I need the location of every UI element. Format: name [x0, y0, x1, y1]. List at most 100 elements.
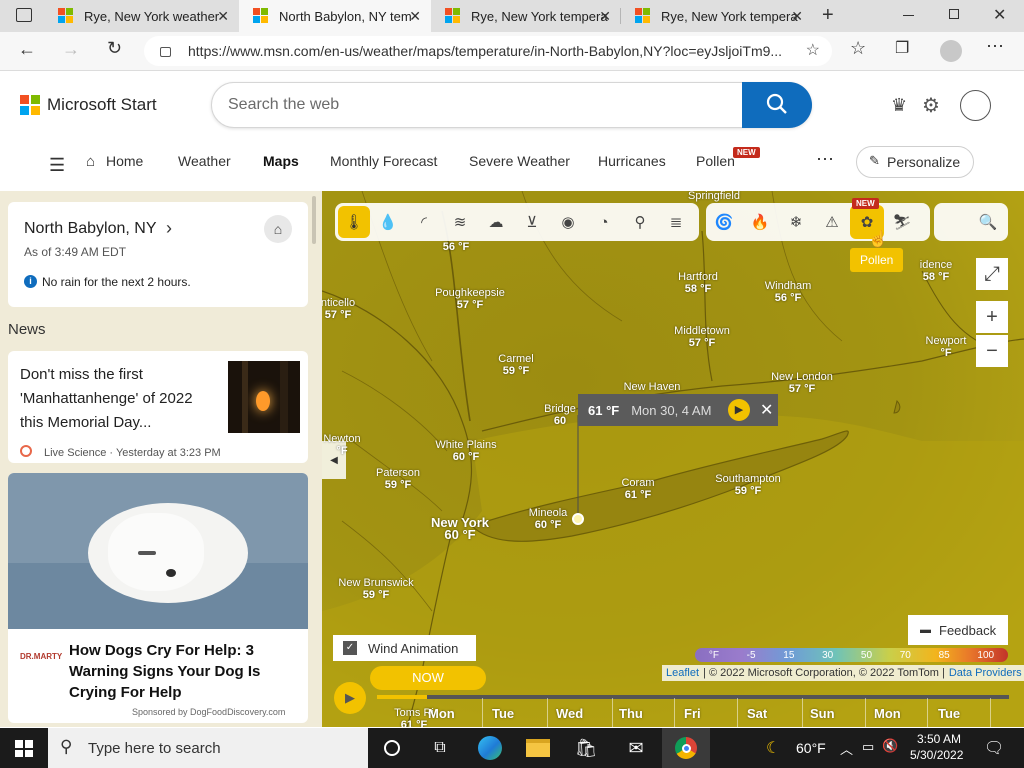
file-explorer-icon[interactable]: [514, 728, 562, 768]
news-card-1[interactable]: Don't miss the first 'Manhattanhenge' of…: [8, 351, 308, 463]
timeline-day[interactable]: Thu: [619, 706, 643, 721]
fog-icon[interactable]: ≣: [658, 203, 694, 241]
timeline-day[interactable]: Mon: [874, 706, 901, 721]
close-tab-icon[interactable]: ✕: [599, 8, 611, 25]
store-icon[interactable]: 🛍: [562, 728, 610, 768]
city-label[interactable]: idence 58 °F: [920, 259, 952, 283]
popup-play-icon[interactable]: ▶: [728, 399, 750, 421]
nav-weather[interactable]: Weather: [178, 153, 231, 169]
city-label[interactable]: Newport °F: [926, 335, 967, 359]
task-view-icon[interactable]: ⧉: [416, 728, 464, 768]
news-card-2[interactable]: DR.MARTY How Dogs Cry For Help: 3 Warnin…: [8, 473, 308, 723]
rewards-icon[interactable]: ♛: [891, 95, 907, 116]
dew-point-icon[interactable]: ⚲: [622, 203, 658, 241]
nav-hurricanes[interactable]: Hurricanes: [598, 153, 666, 169]
pressure-icon[interactable]: ◔: [586, 203, 622, 241]
profile-avatar[interactable]: [940, 40, 962, 62]
feedback-button[interactable]: ▬ Feedback: [908, 615, 1008, 645]
wind-icon[interactable]: ≋: [442, 203, 478, 241]
zoom-out-button[interactable]: −: [976, 335, 1008, 367]
minimize-icon[interactable]: [903, 15, 914, 16]
new-tab-icon[interactable]: +: [822, 4, 834, 27]
cortana-icon[interactable]: [368, 728, 416, 768]
wildfire-icon[interactable]: 🔥: [742, 203, 778, 241]
weather-moon-icon[interactable]: ☾: [766, 738, 780, 758]
close-window-icon[interactable]: ✕: [993, 5, 1006, 25]
url-text[interactable]: https://www.msn.com/en-us/weather/maps/t…: [188, 43, 782, 59]
location-name[interactable]: North Babylon, NY: [24, 220, 157, 238]
city-label[interactable]: Bridge 60: [544, 403, 576, 427]
collections-icon[interactable]: ❐: [895, 38, 909, 58]
nav-severe-weather[interactable]: Severe Weather: [469, 153, 570, 169]
radar-icon[interactable]: ◜: [406, 203, 442, 241]
temperature-icon[interactable]: 🌡: [338, 206, 370, 238]
severe-weather-icon[interactable]: ⚠: [814, 203, 850, 241]
city-label[interactable]: Southampton 59 °F: [715, 473, 780, 497]
personalize-button[interactable]: ✎ Personalize: [856, 146, 974, 178]
url-bar[interactable]: https://www.msn.com/en-us/weather/maps/t…: [144, 36, 832, 66]
timeline-day[interactable]: Fri: [684, 706, 701, 721]
city-label[interactable]: New London 57 °F: [771, 371, 833, 395]
forward-arrow-icon[interactable]: →: [62, 39, 80, 60]
lock-icon[interactable]: [160, 47, 171, 57]
timeline-day[interactable]: Wed: [556, 706, 583, 721]
news-title[interactable]: Don't miss the first 'Manhattanhenge' of…: [20, 363, 220, 435]
nav-home-icon[interactable]: ⌂: [86, 153, 95, 170]
favorites-icon[interactable]: ☆: [850, 38, 866, 59]
taskbar-search-input[interactable]: Type here to search: [88, 740, 221, 757]
dog-image[interactable]: [8, 473, 308, 629]
tab-2[interactable]: North Babylon, NY tem ✕: [239, 0, 431, 32]
tab-4[interactable]: Rye, New York tempera ✕: [621, 0, 813, 32]
web-search-box[interactable]: Search the web: [211, 82, 812, 128]
restore-icon[interactable]: [949, 9, 959, 19]
city-label[interactable]: New Haven: [624, 381, 681, 393]
notifications-icon[interactable]: 🗨: [984, 738, 1004, 758]
city-label[interactable]: Hartford 58 °F: [678, 271, 718, 295]
city-label[interactable]: Paterson 59 °F: [376, 467, 420, 491]
timeline-day[interactable]: Sat: [747, 706, 767, 721]
city-label[interactable]: Newton °F: [323, 433, 360, 457]
checkbox-checked-icon[interactable]: ✓: [343, 641, 357, 655]
network-icon[interactable]: ▭: [862, 739, 874, 755]
timeline-day[interactable]: Mon: [428, 706, 455, 721]
zoom-in-button[interactable]: +: [976, 301, 1008, 333]
temperature-popup[interactable]: 61 °F Mon 30, 4 AM ▶ ✕: [578, 394, 778, 426]
chevron-right-icon[interactable]: ›: [166, 218, 172, 239]
hamburger-menu-icon[interactable]: ☰: [49, 155, 65, 176]
clock-time[interactable]: 3:50 AM: [917, 732, 961, 746]
timeline-day[interactable]: Tue: [492, 706, 514, 721]
taskbar-weather[interactable]: 60°F: [796, 740, 826, 756]
map-search-icon[interactable]: 🔍: [970, 203, 1006, 241]
hurricane-icon[interactable]: 🌀: [706, 203, 742, 241]
fullscreen-button[interactable]: ⤢: [976, 258, 1008, 290]
tab-actions-icon[interactable]: [16, 8, 32, 22]
edge-icon[interactable]: [466, 728, 514, 768]
city-label[interactable]: Carmel 59 °F: [498, 353, 533, 377]
ad-title[interactable]: How Dogs Cry For Help: 3 Warning Signs Y…: [69, 640, 299, 703]
humidity-icon[interactable]: ⊻: [514, 203, 550, 241]
account-icon[interactable]: [960, 90, 991, 121]
close-tab-icon[interactable]: ✕: [791, 8, 803, 25]
taskbar-search[interactable]: ⚲ Type here to search: [48, 728, 368, 768]
nav-monthly-forecast[interactable]: Monthly Forecast: [330, 153, 437, 169]
visibility-icon[interactable]: ◉: [550, 203, 586, 241]
refresh-icon[interactable]: ↻: [107, 38, 122, 59]
mail-icon[interactable]: ✉: [612, 728, 660, 768]
close-tab-icon[interactable]: ✕: [217, 8, 229, 25]
city-label[interactable]: Middletown 57 °F: [674, 325, 730, 349]
tab-3[interactable]: Rye, New York tempera ✕: [431, 0, 621, 32]
volume-icon[interactable]: 🔇: [882, 738, 898, 754]
more-menu-icon[interactable]: ⋯: [986, 36, 1004, 57]
nav-home[interactable]: Home: [106, 153, 143, 169]
back-arrow-icon[interactable]: ←: [18, 39, 36, 60]
city-label[interactable]: White Plains 60 °F: [435, 439, 496, 463]
clock-date[interactable]: 5/30/2022: [910, 748, 963, 762]
chrome-icon[interactable]: [662, 728, 710, 768]
settings-gear-icon[interactable]: ⚙: [922, 93, 940, 118]
windows-start-icon[interactable]: [15, 740, 33, 757]
city-label[interactable]: Springfield: [688, 191, 740, 202]
city-label[interactable]: New York 60 °F: [431, 516, 489, 541]
timeline-day[interactable]: Sun: [810, 706, 835, 721]
city-label[interactable]: Poughkeepsie 57 °F: [435, 287, 505, 311]
microsoft-start-logo[interactable]: Microsoft Start: [20, 95, 157, 115]
